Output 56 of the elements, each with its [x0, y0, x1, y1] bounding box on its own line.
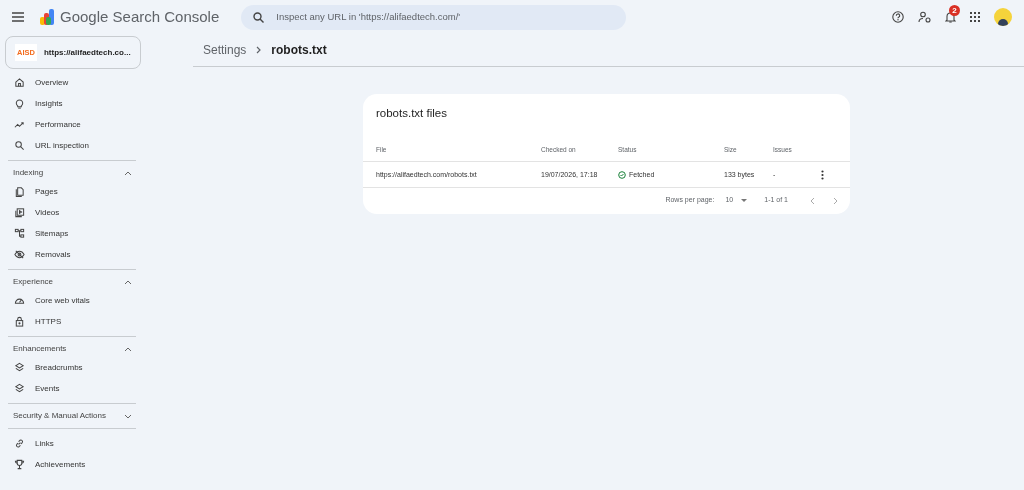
breadcrumb-link[interactable]: Settings: [203, 41, 247, 59]
eye-off-icon: [14, 249, 25, 260]
sidebar-item[interactable]: Removals: [9, 244, 134, 265]
search-icon: [253, 11, 265, 23]
check-circle-icon: [618, 170, 626, 179]
sidebar-item[interactable]: Links: [9, 433, 134, 454]
search-field[interactable]: Inspect any URL in 'https://alifaedtech.com/': [241, 4, 627, 30]
menu-icon[interactable]: [12, 12, 24, 22]
trend-up-icon: [14, 119, 25, 130]
bar-chart-logo-icon: [38, 8, 56, 26]
product-name: Google Search Console: [60, 6, 220, 27]
page-title: robots.txt: [271, 42, 327, 59]
sidebar-item[interactable]: URL inspection: [9, 135, 134, 156]
sidebar-item[interactable]: Videos: [9, 202, 134, 223]
help-icon[interactable]: [892, 11, 904, 23]
sidebar-item[interactable]: Achievements: [9, 454, 134, 475]
search-input: Inspect any URL in 'https://alifaedtech.com/': [276, 9, 615, 25]
avatar[interactable]: [994, 8, 1012, 26]
chevron-icon: [124, 170, 132, 176]
sidebar-item[interactable]: Sitemaps: [9, 223, 134, 244]
more-options-icon[interactable]: [821, 169, 824, 180]
gauge-icon: [14, 295, 25, 306]
layers-icon: [14, 362, 25, 373]
section-header[interactable]: Indexing: [9, 165, 134, 181]
section-header[interactable]: Experience: [9, 274, 134, 290]
notification-count: 2: [949, 5, 960, 16]
sidebar-item[interactable]: Insights: [9, 93, 134, 114]
chevron-right-icon: [256, 46, 262, 54]
sidebar-item[interactable]: Overview: [9, 72, 134, 93]
property-url: https://alifaedtech.co...: [43, 46, 131, 59]
user-settings-icon[interactable]: [918, 11, 931, 23]
trophy-icon: [14, 459, 25, 470]
link-icon: [14, 438, 25, 449]
dropdown-caret-icon: [741, 199, 748, 202]
layers-icon: [14, 383, 25, 394]
search-icon: [14, 140, 25, 151]
chevron-icon: [124, 413, 132, 419]
sidebar-item[interactable]: Pages: [9, 181, 134, 202]
video-icon: [14, 207, 25, 218]
chevron-icon: [124, 346, 132, 352]
sidebar-item[interactable]: Breadcrumbs: [9, 357, 134, 378]
notifications-icon[interactable]: [945, 11, 956, 23]
pages-icon: [14, 186, 25, 197]
section-header[interactable]: Security & Manual Actions: [9, 408, 134, 424]
home-icon: [14, 77, 25, 88]
sidebar-item[interactable]: Core web vitals: [9, 290, 134, 311]
sidebar-item[interactable]: Performance: [9, 114, 134, 135]
lightbulb-icon: [14, 98, 25, 109]
lock-icon: [14, 316, 25, 327]
sidebar-item[interactable]: HTTPS: [9, 311, 134, 332]
chevron-icon: [124, 279, 132, 285]
sitemap-icon: [14, 228, 25, 239]
card-title: robots.txt files: [375, 106, 448, 121]
section-header[interactable]: Enhancements: [9, 341, 134, 357]
sidebar-item[interactable]: Events: [9, 378, 134, 399]
apps-grid-icon[interactable]: [970, 12, 980, 22]
